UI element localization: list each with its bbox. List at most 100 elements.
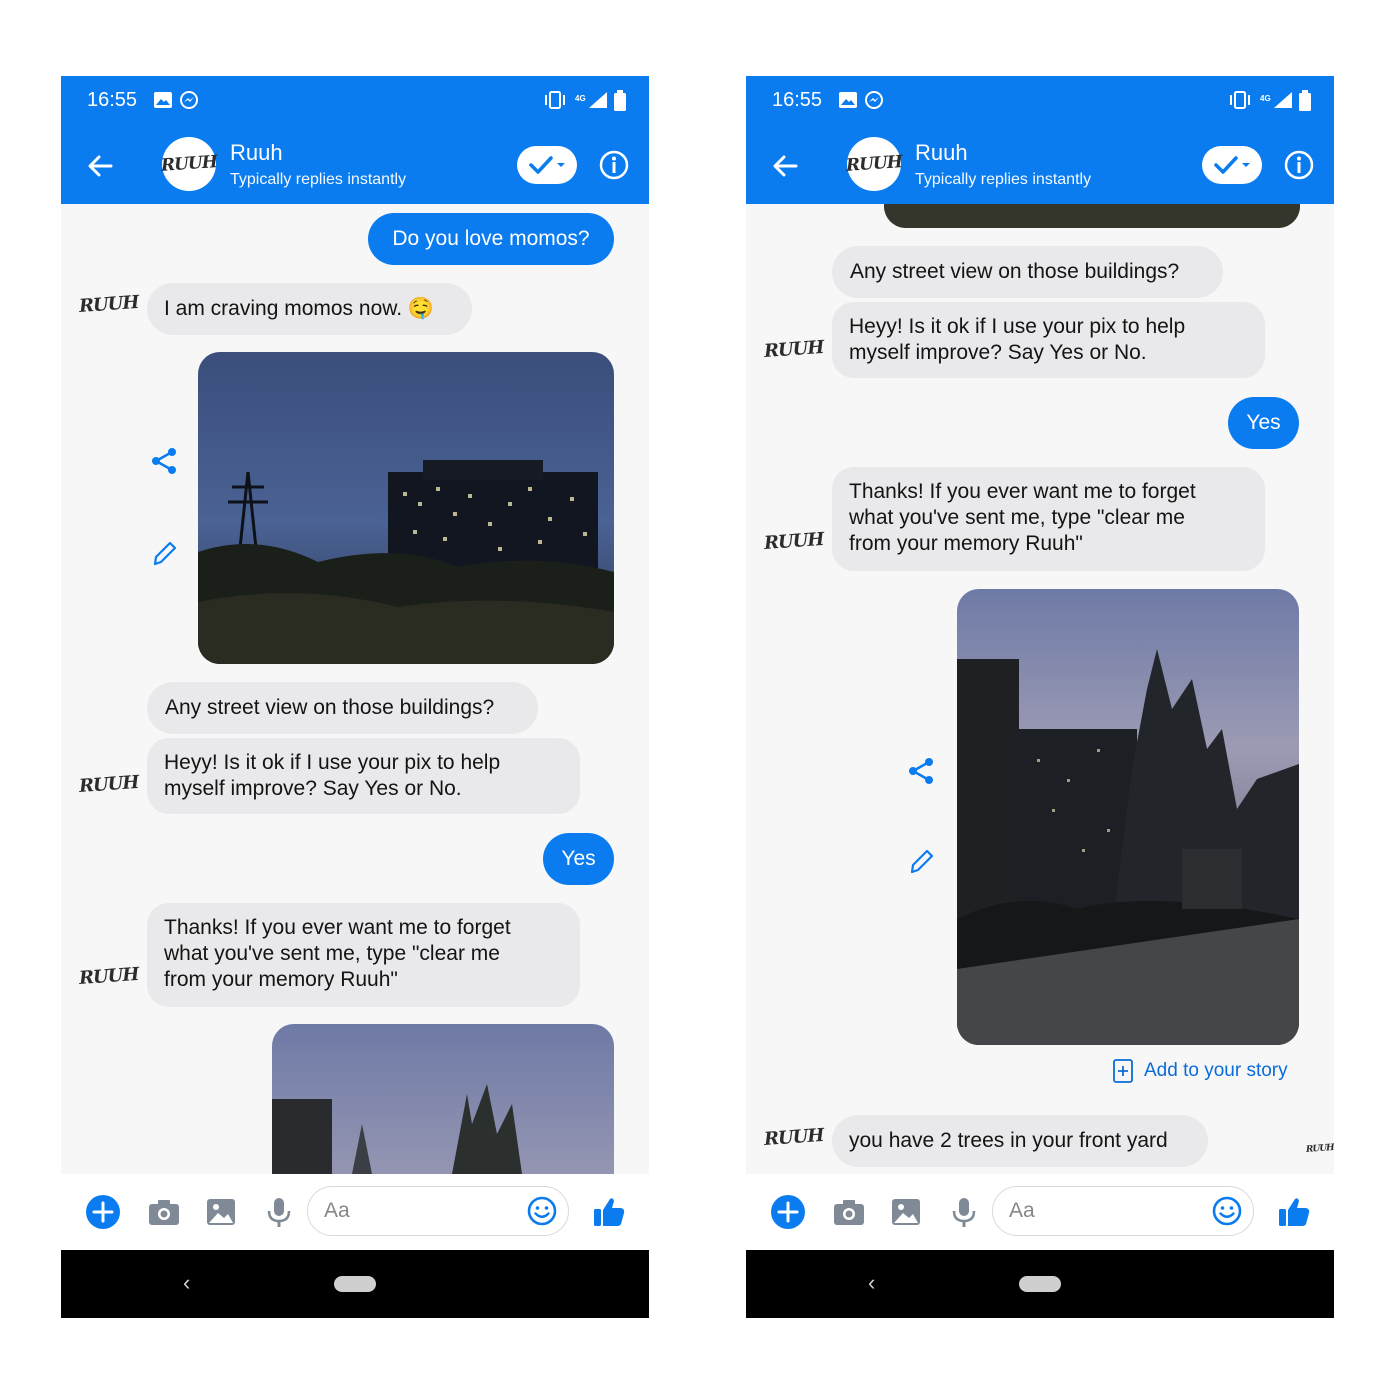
- bot-avatar: RUUH: [763, 1124, 825, 1151]
- message-incoming[interactable]: you have 2 trees in your front yard: [832, 1115, 1208, 1167]
- image-icon[interactable]: [888, 1194, 924, 1230]
- composer-bar: Aa: [61, 1174, 649, 1250]
- message-incoming[interactable]: Thanks! If you ever want me to forget wh…: [147, 903, 580, 1007]
- vibrate-icon: [1230, 91, 1250, 109]
- messenger-icon: [180, 91, 198, 109]
- checkmark-icon: [529, 156, 553, 174]
- message-input[interactable]: Aa: [307, 1186, 569, 1236]
- message-text: Thanks! If you ever want me to forget: [849, 480, 1196, 503]
- emoji-icon[interactable]: [526, 1195, 558, 1227]
- pencil-icon[interactable]: [904, 844, 938, 878]
- share-icon[interactable]: [904, 754, 938, 788]
- phone-screen-right: 16:55 4G RUUH Ruuh Typically replies ins…: [746, 76, 1334, 1318]
- status-bar: 16:55 4G: [746, 76, 1334, 126]
- gallery-icon: [154, 92, 172, 108]
- message-text: I am craving momos now. 🤤: [164, 297, 435, 320]
- message-text: Any street view on those buildings?: [165, 696, 495, 719]
- message-incoming[interactable]: I am craving momos now. 🤤: [147, 283, 472, 335]
- bot-avatar: RUUH: [78, 963, 140, 990]
- plus-icon[interactable]: [85, 1194, 121, 1230]
- battery-icon: [614, 90, 626, 111]
- composer-bar: Aa: [746, 1174, 1334, 1250]
- bot-avatar: RUUH: [78, 291, 140, 318]
- signal-icon: [1274, 92, 1292, 108]
- camera-icon[interactable]: [146, 1194, 182, 1230]
- status-time: 16:55: [87, 89, 138, 111]
- contact-avatar[interactable]: RUUH: [160, 137, 218, 191]
- pencil-icon[interactable]: [147, 536, 181, 570]
- message-text: Thanks! If you ever want me to forget: [164, 916, 511, 939]
- info-icon[interactable]: [1283, 149, 1315, 181]
- back-arrow-icon[interactable]: [85, 151, 115, 181]
- message-text: Yes: [561, 847, 596, 870]
- message-input-placeholder: Aa: [1009, 1199, 1035, 1222]
- nav-back-icon[interactable]: ‹: [183, 1270, 190, 1296]
- photo-buildings-night-partial[interactable]: [884, 204, 1300, 228]
- status-bar: 16:55 4G: [61, 76, 649, 126]
- signal-icon: [589, 92, 607, 108]
- microphone-icon[interactable]: [261, 1194, 297, 1230]
- microphone-icon[interactable]: [946, 1194, 982, 1230]
- seen-avatar: RUUH: [1305, 1143, 1334, 1155]
- add-to-story-label: Add to your story: [1144, 1060, 1288, 1081]
- camera-icon[interactable]: [831, 1194, 867, 1230]
- emoji-icon[interactable]: [1211, 1195, 1243, 1227]
- message-text: Do you love momos?: [392, 227, 590, 250]
- phone-screen-left: 16:55 4G RUUH Ruuh Typically replies ins…: [61, 76, 649, 1318]
- chevron-down-icon: [1242, 163, 1250, 167]
- contact-name[interactable]: Ruuh: [915, 140, 968, 166]
- info-icon[interactable]: [598, 149, 630, 181]
- nav-back-icon[interactable]: ‹: [868, 1270, 875, 1296]
- message-incoming[interactable]: Heyy! Is it ok if I use your pix to help…: [832, 302, 1265, 378]
- message-outgoing[interactable]: Yes: [543, 833, 614, 885]
- back-arrow-icon[interactable]: [770, 151, 800, 181]
- photo-buildings-night[interactable]: [198, 352, 614, 664]
- message-text: Heyy! Is it ok if I use your pix to help: [849, 315, 1186, 338]
- message-incoming[interactable]: Any street view on those buildings?: [832, 246, 1223, 298]
- thumbs-up-icon[interactable]: [591, 1194, 627, 1230]
- message-text: myself improve? Say Yes or No.: [849, 341, 1147, 364]
- check-pill-button[interactable]: [1202, 146, 1262, 184]
- contact-subtitle: Typically replies instantly: [230, 171, 407, 188]
- message-text: myself improve? Say Yes or No.: [164, 777, 462, 800]
- message-text: Yes: [1246, 411, 1281, 434]
- message-incoming[interactable]: Heyy! Is it ok if I use your pix to help…: [147, 738, 580, 814]
- bot-avatar: RUUH: [763, 528, 825, 555]
- message-incoming[interactable]: Thanks! If you ever want me to forget wh…: [832, 467, 1265, 571]
- check-pill-button[interactable]: [517, 146, 577, 184]
- plus-icon[interactable]: [770, 1194, 806, 1230]
- add-to-story-button[interactable]: Add to your story: [1112, 1058, 1288, 1084]
- add-square-icon: [1113, 1059, 1133, 1083]
- bot-avatar: RUUH: [763, 336, 825, 363]
- image-icon[interactable]: [203, 1194, 239, 1230]
- share-icon[interactable]: [147, 444, 181, 478]
- message-thread[interactable]: Any street view on those buildings? RUUH…: [746, 204, 1334, 1174]
- network-type: 4G: [1260, 94, 1271, 103]
- message-outgoing[interactable]: Do you love momos?: [368, 213, 614, 265]
- message-text: Heyy! Is it ok if I use your pix to help: [164, 751, 501, 774]
- message-text: what you've sent me, type "clear me: [164, 942, 500, 965]
- contact-subtitle: Typically replies instantly: [915, 171, 1092, 188]
- home-pill[interactable]: [334, 1276, 376, 1292]
- messenger-icon: [865, 91, 883, 109]
- message-outgoing[interactable]: Yes: [1228, 397, 1299, 449]
- message-text: Any street view on those buildings?: [850, 260, 1180, 283]
- contact-avatar[interactable]: RUUH: [845, 137, 903, 191]
- message-text: from your memory Ruuh": [849, 532, 1083, 555]
- message-incoming[interactable]: Any street view on those buildings?: [147, 682, 538, 734]
- avatar-logo-text: RUUH: [160, 152, 218, 176]
- system-nav-bar: ‹: [746, 1250, 1334, 1318]
- message-input[interactable]: Aa: [992, 1186, 1254, 1236]
- conversation-header: RUUH Ruuh Typically replies instantly: [61, 126, 649, 204]
- photo-trees-dusk[interactable]: [957, 589, 1299, 1045]
- photo-trees-dusk[interactable]: [272, 1024, 614, 1174]
- message-text: from your memory Ruuh": [164, 968, 398, 991]
- checkmark-icon: [1214, 156, 1238, 174]
- conversation-header: RUUH Ruuh Typically replies instantly: [746, 126, 1334, 204]
- thumbs-up-icon[interactable]: [1276, 1194, 1312, 1230]
- contact-name[interactable]: Ruuh: [230, 140, 283, 166]
- home-pill[interactable]: [1019, 1276, 1061, 1292]
- message-thread[interactable]: Do you love momos? RUUH I am craving mom…: [61, 204, 649, 1174]
- battery-icon: [1299, 90, 1311, 111]
- network-type: 4G: [575, 94, 586, 103]
